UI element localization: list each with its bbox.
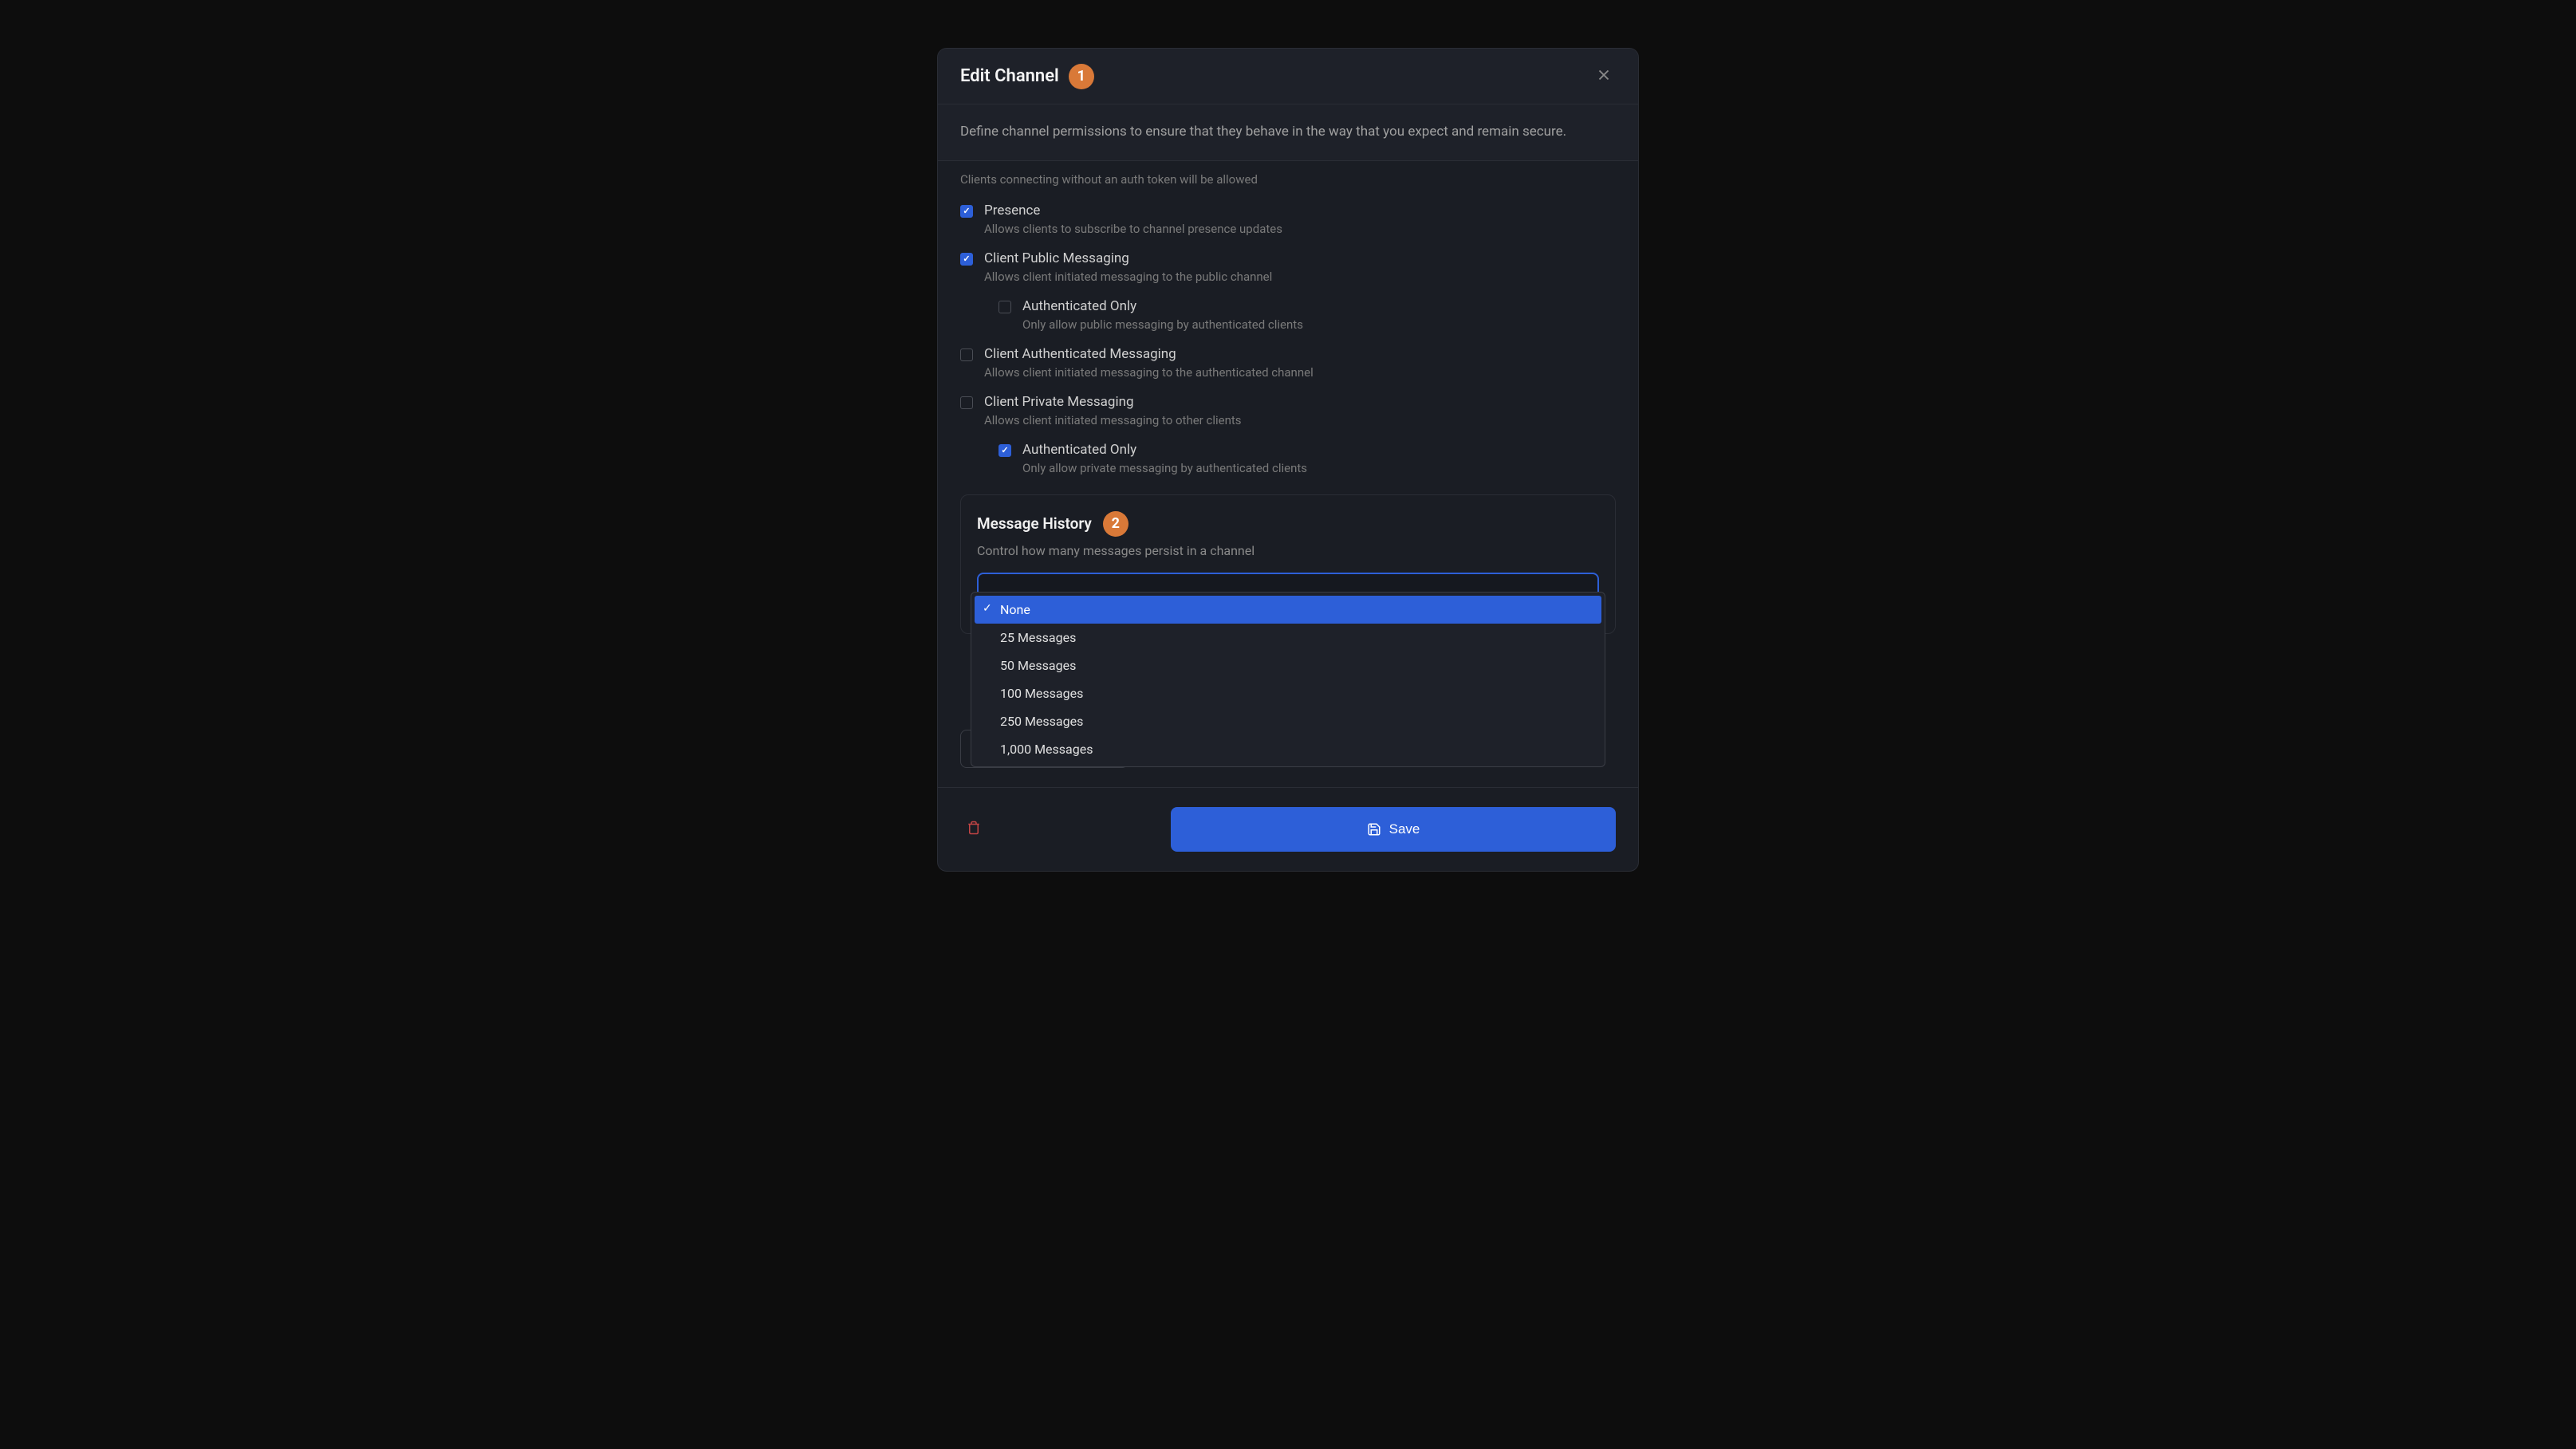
private-msg-desc: Allows client initiated messaging to oth… [984,413,1616,427]
presence-label: Presence [984,203,1616,219]
private-msg-label: Client Private Messaging [984,394,1616,410]
modal-title: Edit Channel [960,66,1059,86]
history-desc: Control how many messages persist in a c… [977,543,1599,558]
public-auth-row: Authenticated Only Only allow public mes… [998,298,1616,332]
option-50[interactable]: 50 Messages [975,652,1601,679]
presence-row: Presence Allows clients to subscribe to … [960,203,1616,236]
history-title: Message History [977,514,1092,533]
edit-channel-modal: Edit Channel 1 Define channel permission… [937,48,1639,872]
message-history-section: Message History 2 Control how many messa… [960,494,1616,634]
presence-checkbox[interactable] [960,205,973,218]
option-1000[interactable]: 1,000 Messages [975,735,1601,763]
option-none[interactable]: None [975,596,1601,624]
public-auth-desc: Only allow public messaging by authentic… [1022,317,1616,332]
auth-token-note: Clients connecting without an auth token… [960,172,1616,187]
close-button[interactable] [1592,63,1616,89]
modal-description: Define channel permissions to ensure tha… [938,104,1638,161]
public-msg-desc: Allows client initiated messaging to the… [984,270,1616,284]
private-msg-checkbox[interactable] [960,396,973,409]
auth-msg-row: Client Authenticated Messaging Allows cl… [960,346,1616,380]
private-auth-desc: Only allow private messaging by authenti… [1022,461,1616,475]
step-badge-1: 1 [1069,64,1094,89]
public-auth-label: Authenticated Only [1022,298,1616,314]
close-icon [1595,66,1613,84]
public-msg-checkbox[interactable] [960,253,973,266]
option-100[interactable]: 100 Messages [975,679,1601,707]
private-auth-content: Authenticated Only Only allow private me… [1022,442,1616,475]
private-msg-content: Client Private Messaging Allows client i… [984,394,1616,427]
history-header: Message History 2 [977,511,1599,537]
auth-msg-desc: Allows client initiated messaging to the… [984,365,1616,380]
private-auth-row: Authenticated Only Only allow private me… [998,442,1616,475]
history-select-wrapper: None 25 Messages 50 Messages 100 Message… [977,573,1599,617]
private-msg-row: Client Private Messaging Allows client i… [960,394,1616,427]
option-25[interactable]: 25 Messages [975,624,1601,652]
history-dropdown: None 25 Messages 50 Messages 100 Message… [971,592,1605,767]
modal-content: Clients connecting without an auth token… [938,172,1638,768]
public-auth-checkbox[interactable] [998,301,1011,313]
private-auth-label: Authenticated Only [1022,442,1616,458]
presence-desc: Allows clients to subscribe to channel p… [984,222,1616,236]
modal-header: Edit Channel 1 [938,49,1638,104]
public-msg-content: Client Public Messaging Allows client in… [984,250,1616,284]
public-msg-row: Client Public Messaging Allows client in… [960,250,1616,284]
option-250[interactable]: 250 Messages [975,707,1601,735]
public-msg-label: Client Public Messaging [984,250,1616,266]
trash-icon [967,821,981,835]
delete-button[interactable] [960,814,987,844]
presence-content: Presence Allows clients to subscribe to … [984,203,1616,236]
modal-footer: Save [938,787,1638,871]
auth-msg-checkbox[interactable] [960,348,973,361]
step-badge-2: 2 [1103,511,1128,537]
public-auth-content: Authenticated Only Only allow public mes… [1022,298,1616,332]
save-btn-label: Save [1389,821,1420,837]
save-icon [1367,822,1381,837]
private-auth-checkbox[interactable] [998,444,1011,457]
header-left: Edit Channel 1 [960,64,1094,89]
auth-msg-content: Client Authenticated Messaging Allows cl… [984,346,1616,380]
auth-msg-label: Client Authenticated Messaging [984,346,1616,362]
save-button[interactable]: Save [1171,807,1616,852]
